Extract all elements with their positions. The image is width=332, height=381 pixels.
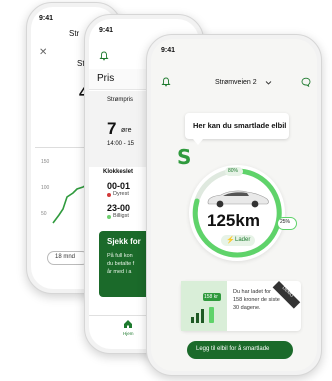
chat-icon[interactable] xyxy=(301,77,311,87)
charge-status-text: Lader xyxy=(235,237,251,243)
row-time: 23-00 xyxy=(107,203,131,213)
home-icon[interactable] xyxy=(123,319,133,329)
stats-text-line: Du har ladet for xyxy=(233,289,271,295)
close-icon[interactable]: ✕ xyxy=(39,47,47,58)
period-button-label: 18 mnd xyxy=(55,254,76,260)
axis-tick: 50 xyxy=(41,211,47,217)
axis-tick: 150 xyxy=(41,159,50,165)
location-title[interactable]: Strømveien 2 xyxy=(215,79,257,86)
page-title-fragment: Str xyxy=(69,29,80,38)
stats-bar xyxy=(191,317,194,323)
stats-bar xyxy=(201,309,204,323)
tab-pris[interactable]: Pris xyxy=(97,73,114,84)
bell-icon[interactable] xyxy=(161,77,171,87)
status-time: 9:41 xyxy=(161,47,176,54)
range-value: 125km xyxy=(207,211,260,230)
stats-card-graphic xyxy=(181,281,227,331)
stats-text-line: 158 kroner de siste xyxy=(233,297,280,303)
promo-line: du betalte f xyxy=(107,261,135,267)
green-dot-icon xyxy=(107,215,111,219)
promo-title: Sjekk for xyxy=(107,237,141,246)
battery-target-text: 80% xyxy=(228,168,239,174)
price-time: 14:00 - 15 xyxy=(107,141,135,147)
speech-text: Her kan du smartlade elbil xyxy=(193,121,287,130)
price-label: Strømpris xyxy=(107,97,133,103)
row-label: Billigst xyxy=(113,213,129,219)
car-image xyxy=(207,190,269,208)
nav-home-label[interactable]: Hjem xyxy=(123,331,134,336)
battery-current-text: 25% xyxy=(280,219,291,225)
status-time: 9:41 xyxy=(39,15,54,22)
stats-bar-highlight xyxy=(209,307,214,323)
stats-value: 158 kr xyxy=(204,294,218,300)
row-time: 00-01 xyxy=(107,181,131,191)
bell-icon[interactable] xyxy=(99,51,109,61)
add-ev-button-label: Legg til elbil for å smartlade xyxy=(196,346,270,352)
chevron-down-icon[interactable] xyxy=(265,80,272,86)
phone-front-screen: 9:41 Strømveien 2 Her kan du smartlade e… xyxy=(151,39,317,371)
speech-bubble-tail xyxy=(193,139,203,145)
axis-tick: 100 xyxy=(41,185,50,191)
phone-mockup-front: 9:41 Strømveien 2 Her kan du smartlade e… xyxy=(146,34,322,376)
red-dot-icon xyxy=(107,193,111,197)
row-label: Dyrest xyxy=(113,191,129,197)
bolt-icon: ⚡ xyxy=(226,237,235,244)
price-value: 7 xyxy=(107,119,117,138)
promo-line: På full kon xyxy=(107,253,133,259)
status-time: 9:41 xyxy=(99,27,114,34)
section-heading: Klokkeslet xyxy=(103,169,134,175)
promo-line: år med i a xyxy=(107,269,132,275)
price-unit: øre xyxy=(121,127,132,134)
stats-bar xyxy=(196,313,199,323)
stats-text-line: 30 dagene. xyxy=(233,305,261,311)
